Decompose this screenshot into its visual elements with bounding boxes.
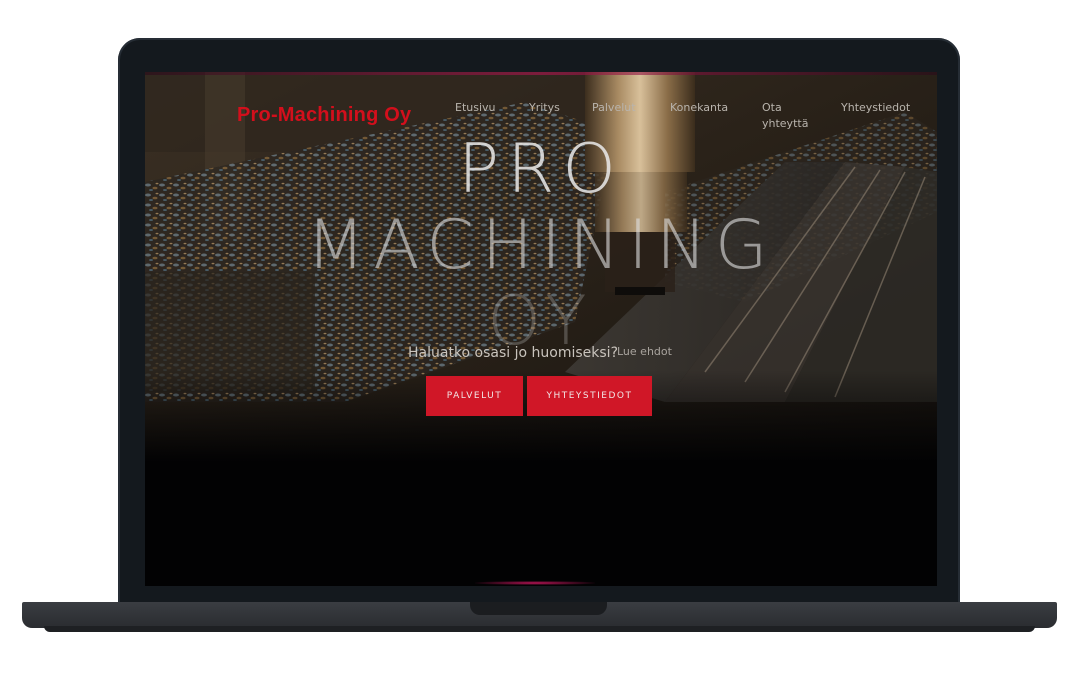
hero-title-line-1: PRO: [458, 130, 624, 209]
nav-item-yhteystiedot[interactable]: Yhteystiedot: [841, 100, 910, 116]
services-button[interactable]: PALVELUT: [426, 376, 523, 416]
nav-item-palvelut[interactable]: Palvelut: [592, 100, 636, 116]
hero-title: PRO MACHINING OY: [145, 132, 937, 360]
laptop-base-shadow: [44, 626, 1035, 632]
terms-link[interactable]: Lue ehdot: [617, 345, 672, 358]
nav-item-ota-yhteytta[interactable]: Ota yhteyttä: [762, 100, 818, 132]
brand-logo[interactable]: Pro-Machining Oy: [237, 104, 411, 127]
hero-title-line-2: MACHINING: [306, 206, 776, 285]
nav-item-etusivu[interactable]: Etusivu: [455, 100, 496, 116]
contact-info-button[interactable]: YHTEYSTIEDOT: [527, 376, 652, 416]
laptop-notch: [470, 602, 607, 615]
nav-item-konekanta[interactable]: Konekanta: [670, 100, 728, 116]
screen-top-accent: [145, 72, 937, 75]
screen-bottom-glow: [475, 581, 595, 585]
browser-viewport: Pro-Machining Oy Etusivu Yritys Palvelut…: [145, 72, 937, 586]
hero-subtitle: Haluatko osasi jo huomiseksi?: [408, 345, 619, 361]
nav-item-yritys[interactable]: Yritys: [529, 100, 560, 116]
